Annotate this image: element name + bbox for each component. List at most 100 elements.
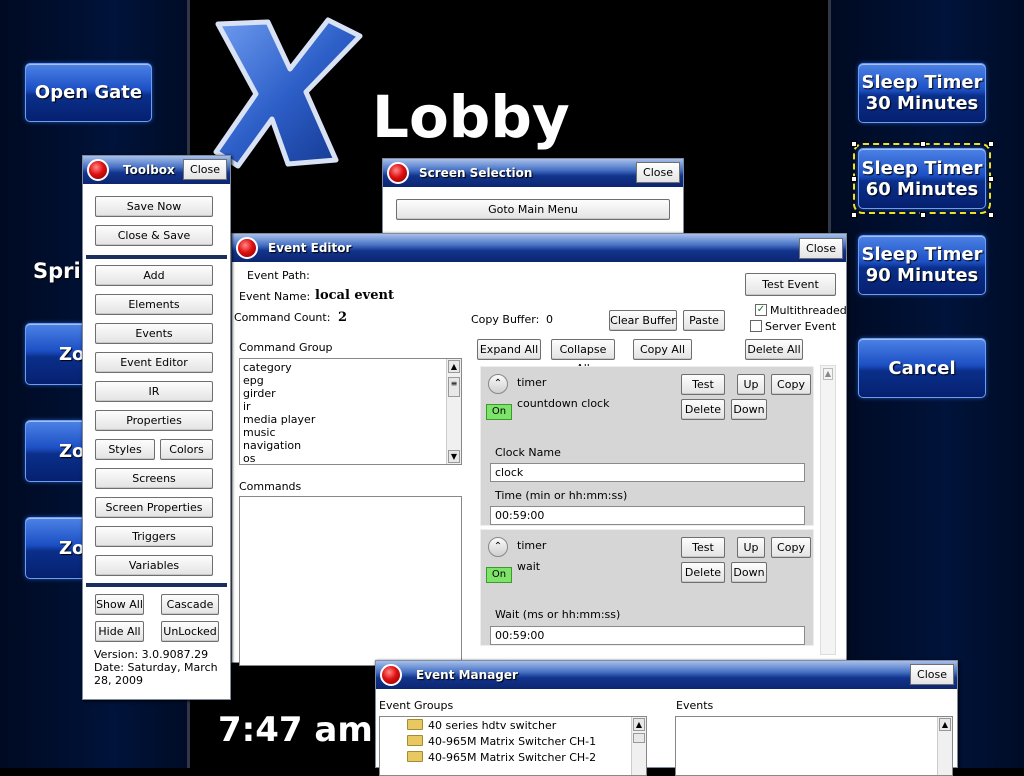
event-editor-titlebar[interactable]: Event Editor Close: [232, 234, 846, 262]
screen-properties-button[interactable]: Screen Properties: [95, 497, 213, 518]
event-groups-tree[interactable]: 40 series hdtv switcher 40-965M Matrix S…: [379, 716, 647, 776]
resize-handle[interactable]: [988, 212, 994, 218]
paste-button[interactable]: Paste: [683, 310, 725, 331]
close-button[interactable]: Close: [910, 664, 954, 685]
copy-button[interactable]: Copy: [771, 374, 811, 395]
resize-handle[interactable]: [851, 141, 857, 147]
test-event-button[interactable]: Test Event: [745, 273, 836, 296]
vertical-scrollbar[interactable]: ▲: [631, 717, 646, 775]
collapse-all-button[interactable]: Collapse All: [551, 339, 615, 375]
vertical-scrollbar[interactable]: ▲: [937, 717, 952, 775]
scroll-up-icon[interactable]: ▲: [823, 368, 833, 380]
add-button[interactable]: Add: [95, 265, 213, 286]
list-item[interactable]: girder: [240, 387, 461, 400]
sleep-timer-60-button[interactable]: Sleep Timer 60 Minutes: [853, 143, 991, 214]
open-gate-button[interactable]: Open Gate: [25, 63, 152, 122]
clock-name-input[interactable]: clock: [490, 463, 805, 482]
tree-item[interactable]: 40 series hdtv switcher: [380, 718, 646, 734]
event-manager-window: Event Manager Close Event Groups Events …: [375, 660, 958, 776]
delete-all-button[interactable]: Delete All: [745, 339, 803, 360]
triggers-button[interactable]: Triggers: [95, 526, 213, 547]
close-button[interactable]: Close: [183, 159, 227, 180]
multithreaded-checkbox[interactable]: ✓: [755, 304, 767, 316]
open-gate-label: Open Gate: [34, 82, 143, 103]
test-button[interactable]: Test: [681, 374, 725, 395]
zone-label: Zo: [59, 537, 85, 559]
list-item[interactable]: os: [240, 452, 461, 464]
resize-handle[interactable]: [851, 212, 857, 218]
time-input[interactable]: 00:59:00: [490, 506, 805, 525]
close-save-button[interactable]: Close & Save: [95, 225, 213, 246]
window-title: Event Editor: [268, 241, 352, 255]
test-button[interactable]: Test: [681, 537, 725, 558]
resize-handle[interactable]: [988, 176, 994, 182]
zone-label: Zo: [59, 343, 85, 365]
ir-button[interactable]: IR: [95, 381, 213, 402]
scroll-thumb[interactable]: [633, 733, 645, 743]
on-toggle[interactable]: On: [486, 404, 512, 420]
clear-buffer-button[interactable]: Clear Buffer: [609, 310, 677, 331]
delete-button[interactable]: Delete: [681, 562, 725, 583]
collapse-icon[interactable]: ⌃: [488, 374, 508, 394]
down-button[interactable]: Down: [731, 399, 767, 420]
variables-button[interactable]: Variables: [95, 555, 213, 576]
events-button[interactable]: Events: [95, 323, 213, 344]
resize-handle[interactable]: [851, 176, 857, 182]
window-orb-icon: [387, 162, 409, 184]
wait-input[interactable]: 00:59:00: [490, 626, 805, 645]
unlocked-button[interactable]: UnLocked: [161, 621, 219, 642]
goto-main-menu-button[interactable]: Goto Main Menu: [396, 199, 670, 220]
down-button[interactable]: Down: [731, 562, 767, 583]
copy-all-button[interactable]: Copy All: [633, 339, 692, 360]
styles-button[interactable]: Styles: [95, 439, 155, 460]
copy-button[interactable]: Copy: [771, 537, 811, 558]
resize-handle[interactable]: [988, 141, 994, 147]
event-manager-titlebar[interactable]: Event Manager Close: [376, 661, 957, 689]
collapse-icon[interactable]: ⌃: [488, 537, 508, 557]
button-line-1: Sleep Timer: [861, 157, 983, 179]
screens-button[interactable]: Screens: [95, 468, 213, 489]
tree-item[interactable]: 40-965M Matrix Switcher CH-1: [380, 734, 646, 750]
delete-button[interactable]: Delete: [681, 399, 725, 420]
elements-button[interactable]: Elements: [95, 294, 213, 315]
server-event-checkbox[interactable]: [750, 320, 762, 332]
version-text: Version: 3.0.9087.29: [94, 648, 209, 661]
screen-selection-titlebar[interactable]: Screen Selection Close: [383, 159, 683, 187]
command-group-list[interactable]: category epg girder ir media player musi…: [239, 358, 462, 465]
events-list[interactable]: ▲: [675, 716, 953, 776]
scroll-up-icon[interactable]: ▲: [633, 718, 645, 731]
expand-all-button[interactable]: Expand All: [477, 339, 541, 360]
close-button[interactable]: Close: [636, 162, 680, 183]
up-button[interactable]: Up: [737, 537, 765, 558]
cascade-button[interactable]: Cascade: [161, 594, 219, 615]
event-editor-button[interactable]: Event Editor: [95, 352, 213, 373]
hide-all-button[interactable]: Hide All: [95, 621, 144, 642]
list-item[interactable]: navigation: [240, 439, 461, 452]
scroll-down-icon[interactable]: ▼: [448, 450, 460, 463]
resize-handle[interactable]: [920, 141, 926, 147]
tree-item[interactable]: 40-965M Matrix Switcher CH-2: [380, 750, 646, 766]
cancel-button[interactable]: Cancel: [858, 338, 986, 398]
properties-button[interactable]: Properties: [95, 410, 213, 431]
list-item[interactable]: category: [240, 361, 461, 374]
save-now-button[interactable]: Save Now: [95, 196, 213, 217]
list-item[interactable]: ir: [240, 400, 461, 413]
sleep-timer-90-button[interactable]: Sleep Timer 90 Minutes: [858, 235, 986, 295]
list-item[interactable]: epg: [240, 374, 461, 387]
resize-handle[interactable]: [920, 212, 926, 218]
list-item[interactable]: media player: [240, 413, 461, 426]
scroll-up-icon[interactable]: ▲: [448, 360, 460, 373]
vertical-scrollbar[interactable]: ▲ ≡ ▼: [446, 359, 461, 464]
show-all-button[interactable]: Show All: [95, 594, 144, 615]
commands-scrollbar[interactable]: ▲: [820, 365, 836, 655]
toolbox-titlebar[interactable]: Toolbox Close: [83, 156, 230, 184]
commands-list[interactable]: [239, 496, 462, 666]
colors-button[interactable]: Colors: [160, 439, 213, 460]
scroll-thumb[interactable]: ≡: [448, 377, 460, 397]
up-button[interactable]: Up: [737, 374, 765, 395]
close-button[interactable]: Close: [799, 238, 843, 259]
on-toggle[interactable]: On: [486, 567, 512, 583]
sleep-timer-30-button[interactable]: Sleep Timer 30 Minutes: [858, 63, 986, 123]
list-item[interactable]: music: [240, 426, 461, 439]
scroll-up-icon[interactable]: ▲: [939, 718, 951, 731]
